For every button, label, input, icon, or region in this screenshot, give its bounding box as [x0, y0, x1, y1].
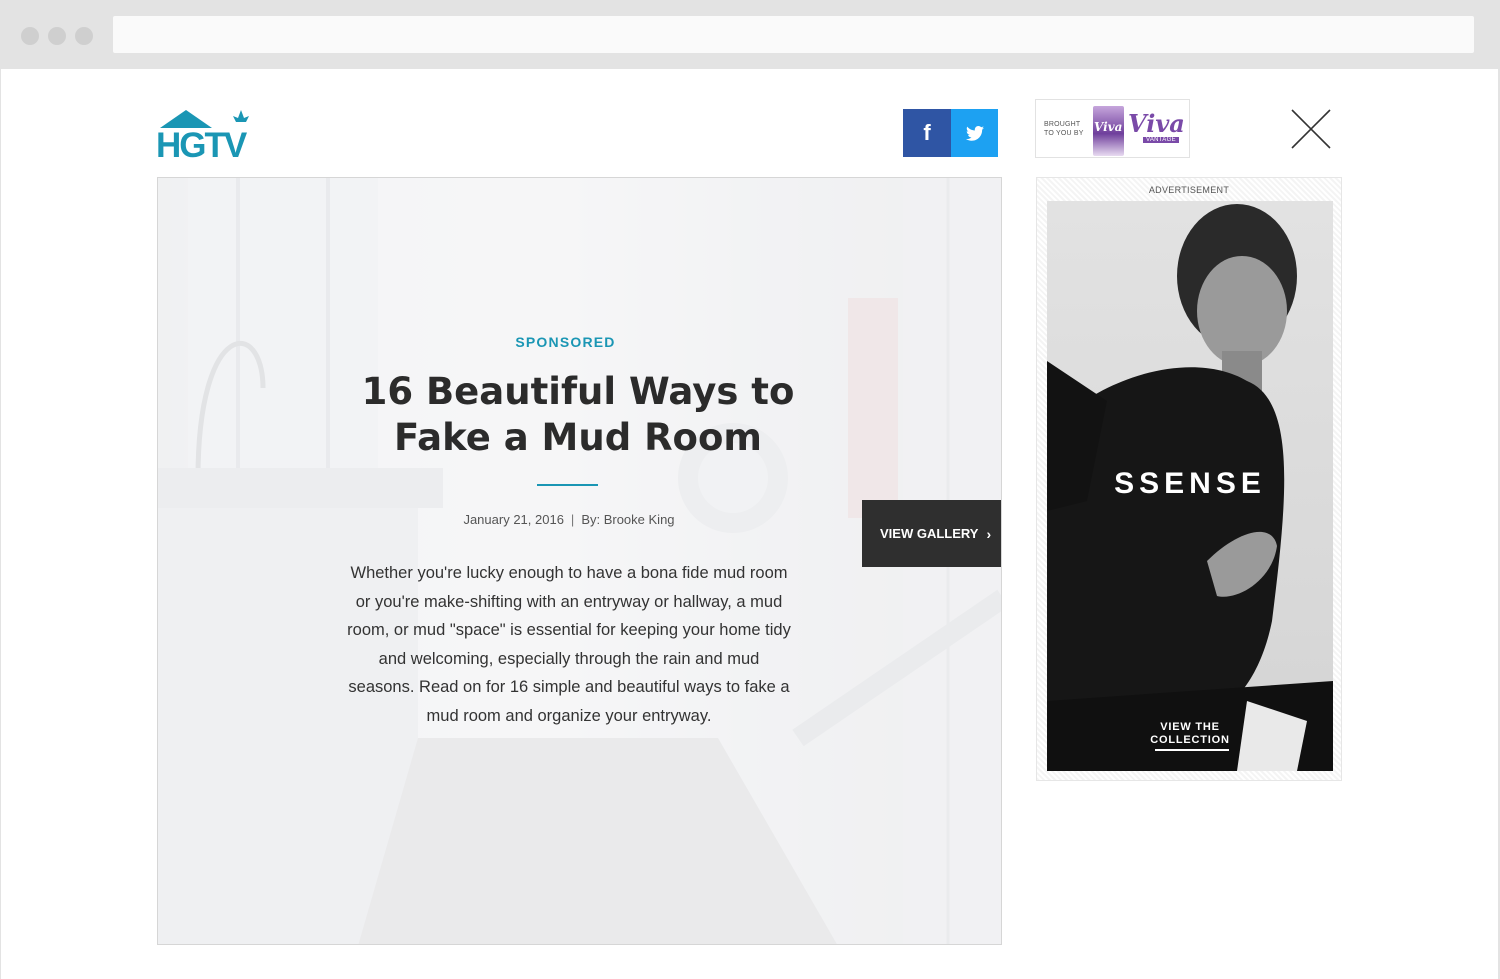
advertisement-label: ADVERTISEMENT: [1148, 185, 1230, 195]
sponsor-brand-logo: Viva: [1128, 109, 1185, 138]
share-buttons: f: [903, 109, 998, 157]
article-title: 16 Beautiful Ways to Fake a Mud Room: [361, 370, 795, 459]
twitter-share-button[interactable]: [951, 109, 998, 157]
facebook-share-button[interactable]: f: [903, 109, 951, 157]
logo-text: HGTV: [156, 126, 248, 160]
ad-brand-name: SSENSE: [1114, 467, 1266, 500]
article-hero-card: SPONSORED 16 Beautiful Ways to Fake a Mu…: [157, 177, 1002, 945]
window-maximize-dot[interactable]: [75, 27, 93, 45]
view-gallery-label: VIEW GALLERY: [880, 526, 979, 541]
article-meta: January 21, 2016 | By: Brooke King: [158, 512, 980, 527]
article-author: By: Brooke King: [581, 512, 675, 527]
sponsored-tag: SPONSORED: [515, 334, 616, 350]
sponsor-badge[interactable]: BROUGHT TO YOU BY Viva Viva VANTAGE: [1035, 99, 1190, 158]
window-minimize-dot[interactable]: [48, 27, 66, 45]
title-divider: [537, 484, 598, 486]
close-button[interactable]: [1290, 108, 1332, 150]
sponsor-label: BROUGHT TO YOU BY: [1044, 121, 1084, 137]
sponsor-product-image: Viva: [1093, 106, 1124, 156]
chevron-right-icon: ›: [986, 525, 992, 542]
advertisement-box: ADVERTISEMENT SSENSE VIEW THE COLLECTION: [1036, 177, 1342, 781]
ad-cta[interactable]: VIEW THE COLLECTION: [1047, 721, 1333, 747]
sponsor-brand-sub: VANTAGE: [1143, 137, 1179, 143]
browser-chrome: [0, 0, 1500, 69]
article-description: Whether you're lucky enough to have a bo…: [347, 564, 791, 725]
view-gallery-button[interactable]: VIEW GALLERY ›: [862, 500, 1001, 567]
meta-separator: |: [570, 512, 575, 527]
article-date: January 21, 2016: [463, 512, 564, 527]
address-bar[interactable]: [113, 16, 1474, 53]
close-icon: [1291, 109, 1331, 149]
facebook-icon: f: [923, 120, 931, 145]
hgtv-logo[interactable]: HGTV: [156, 108, 252, 160]
twitter-icon: [965, 125, 984, 141]
ad-cta-underline: [1155, 749, 1229, 751]
window-close-dot[interactable]: [21, 27, 39, 45]
ad-banner[interactable]: SSENSE VIEW THE COLLECTION: [1047, 201, 1333, 771]
